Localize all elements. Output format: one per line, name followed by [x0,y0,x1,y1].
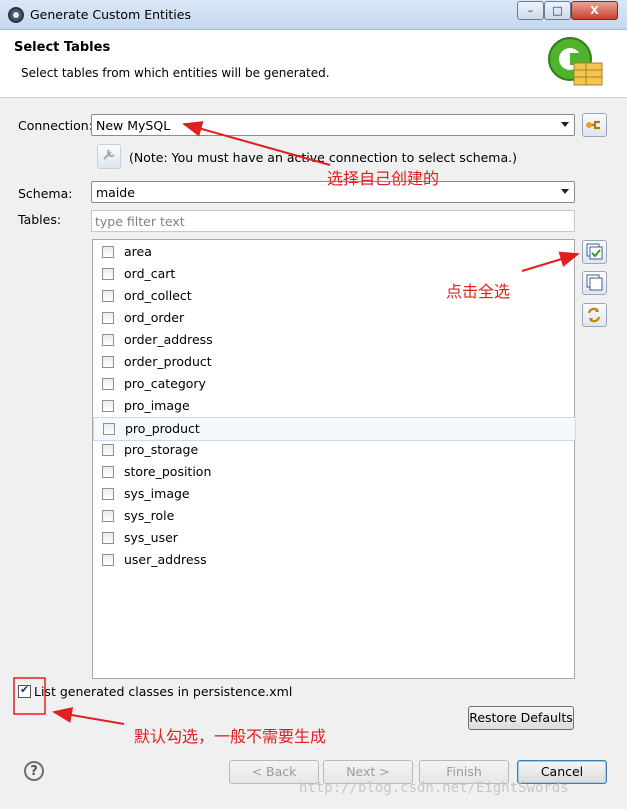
annotation-overlay [13,121,580,725]
annotation-arrow [52,707,125,725]
annotation-connection: 选择自己创建的 [327,169,440,188]
annotation-arrow [182,121,331,166]
annotation-arrow [521,251,580,272]
annotation-select-all: 点击全选 [446,282,511,301]
annotation-box [13,677,46,715]
annotation-default-checked: 默认勾选，一般不需要生成 [134,727,327,746]
